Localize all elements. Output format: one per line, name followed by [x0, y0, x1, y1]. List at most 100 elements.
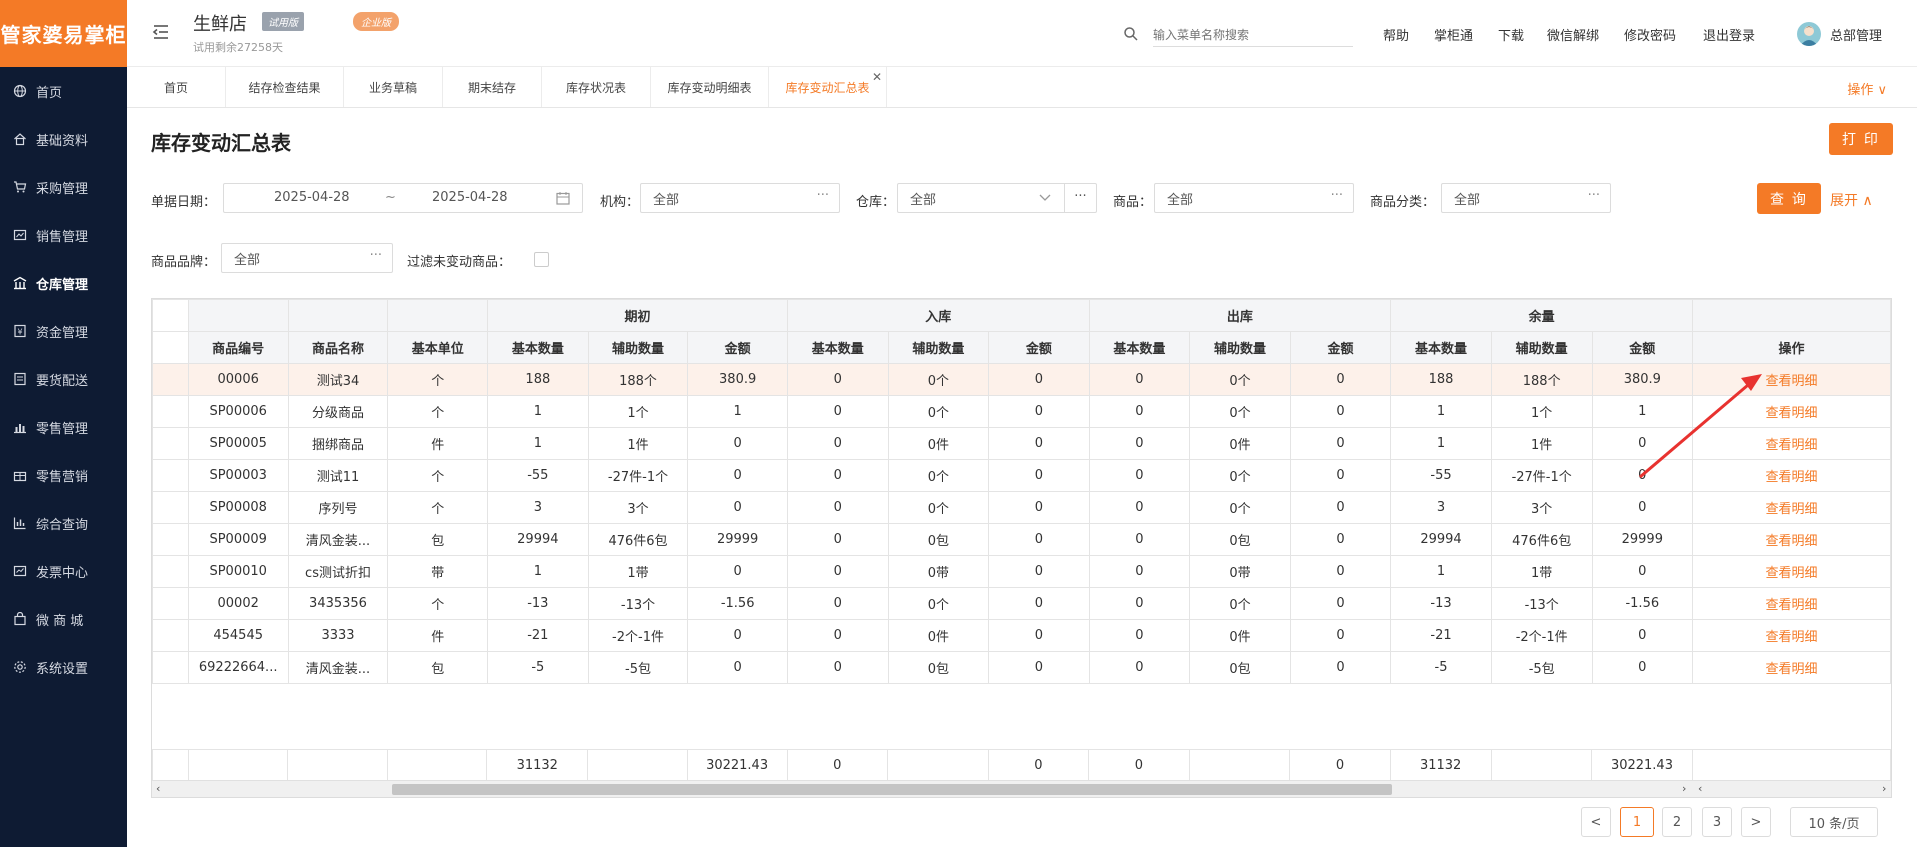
scroll-left-icon[interactable]: ‹: [156, 782, 160, 795]
help-link[interactable]: 帮助: [1383, 25, 1409, 44]
warehouse-more-button[interactable]: ···: [1064, 184, 1096, 212]
product-select[interactable]: 全部 ···: [1154, 183, 1354, 213]
sidebar-item-12[interactable]: 系统设置: [0, 643, 127, 691]
app-logo[interactable]: 管家婆易掌柜: [0, 0, 127, 67]
column-header[interactable]: 操作: [1692, 331, 1891, 364]
table-row[interactable]: 454545 3333 件 -21 -2个-1件 0 0 0件 0 0 0件 0 -21 -2个-1件 0 查…: [152, 619, 1891, 652]
next-page-button[interactable]: >: [1741, 807, 1771, 837]
tab-stock-status[interactable]: 库存状况表: [542, 67, 651, 107]
logout-link[interactable]: 退出登录: [1703, 25, 1755, 44]
view-detail-link[interactable]: 查看明细: [1692, 587, 1891, 620]
horizontal-scrollbar[interactable]: ‹ › ‹ ›: [152, 780, 1891, 797]
page-2-button[interactable]: 2: [1662, 807, 1692, 837]
sidebar-item-2[interactable]: 采购管理: [0, 163, 127, 211]
table-row[interactable]: SP00003 测试11 个 -55 -27件-1个 0 0 0个 0 0 0个 0 -55 -27件-1…: [152, 459, 1891, 492]
more-icon[interactable]: ···: [370, 248, 382, 263]
date-from[interactable]: 2025-04-28: [274, 190, 350, 205]
scroll-right-icon[interactable]: ›: [1682, 782, 1686, 795]
download-link[interactable]: 下载: [1498, 25, 1524, 44]
menu-search-input[interactable]: [1153, 23, 1353, 47]
scroll-right-icon[interactable]: ›: [1882, 782, 1886, 795]
tab-stock-change-detail[interactable]: 库存变动明细表: [651, 67, 769, 107]
view-detail-link[interactable]: 查看明细: [1692, 427, 1891, 460]
filter-unchanged-checkbox[interactable]: [534, 252, 549, 267]
more-icon[interactable]: ···: [817, 188, 829, 203]
column-header[interactable]: 辅助数量: [1490, 331, 1593, 364]
more-icon[interactable]: ···: [1331, 188, 1343, 203]
tab-check-results[interactable]: 结存检查结果: [226, 67, 344, 107]
org-select[interactable]: 全部 ···: [640, 183, 840, 213]
query-button[interactable]: 查 询: [1757, 183, 1821, 214]
column-header[interactable]: 基本数量: [1088, 331, 1191, 364]
warehouse-select[interactable]: 全部 ···: [897, 183, 1097, 213]
tabs-ops-menu[interactable]: 操作 ∨: [1847, 79, 1887, 98]
sidebar-item-10[interactable]: 发票中心: [0, 547, 127, 595]
table-row[interactable]: SP00008 序列号个 3 3个 0 0 0个 0 0 0个 0 3 3个 0 查看明细: [152, 491, 1891, 524]
page-3-button[interactable]: 3: [1702, 807, 1732, 837]
tab-home[interactable]: 首页: [127, 67, 226, 107]
page-1-button[interactable]: 1: [1620, 807, 1654, 837]
wechat-unbind-link[interactable]: 微信解绑: [1547, 25, 1599, 44]
sidebar-item-8[interactable]: 零售营销: [0, 451, 127, 499]
column-header[interactable]: 辅助数量: [887, 331, 990, 364]
view-detail-link[interactable]: 查看明细: [1692, 651, 1891, 684]
zhanggui-tong-link[interactable]: 掌柜通: [1434, 25, 1473, 44]
sidebar-item-4[interactable]: 仓库管理: [0, 259, 127, 307]
table-row[interactable]: 69222664... 清风金装... 包 -5 -5包 0 0 0包 0 0 0包 0 -5 -5包 0 查…: [152, 651, 1891, 684]
chevron-down-icon[interactable]: [1039, 194, 1051, 202]
column-header[interactable]: 金额: [1591, 331, 1694, 364]
scroll-left-icon[interactable]: ‹: [1698, 782, 1702, 795]
more-icon[interactable]: ···: [1588, 188, 1600, 203]
table-row[interactable]: SP00006 分级商品个 1 1个 1 0 0个 0 0 0个 0 1 1个 1 查看明细: [152, 395, 1891, 428]
calendar-icon[interactable]: [556, 191, 570, 205]
search-icon[interactable]: [1123, 26, 1139, 42]
tab-period-end[interactable]: 期末结存: [443, 67, 542, 107]
menu-toggle-icon[interactable]: [151, 22, 171, 42]
date-to[interactable]: 2025-04-28: [432, 190, 508, 205]
print-button[interactable]: 打 印: [1829, 123, 1893, 155]
column-header[interactable]: 金额: [988, 331, 1090, 364]
column-header[interactable]: 基本数量: [487, 331, 589, 364]
close-icon[interactable]: ✕: [872, 71, 882, 83]
column-header[interactable]: 辅助数量: [587, 331, 689, 364]
column-header[interactable]: 基本单位: [387, 331, 489, 364]
date-range-picker[interactable]: 2025-04-28 ~ 2025-04-28: [223, 183, 583, 213]
column-header[interactable]: 商品编号: [187, 331, 289, 364]
prev-page-button[interactable]: <: [1581, 807, 1611, 837]
table-row[interactable]: SP00005 捆绑商品件 1 1件 0 0 0件 0 0 0件 0 1 1件 0 查看明细: [152, 427, 1891, 460]
expand-toggle[interactable]: 展开 ∧: [1830, 190, 1873, 210]
user-avatar[interactable]: [1797, 22, 1821, 46]
category-select[interactable]: 全部 ···: [1441, 183, 1611, 213]
view-detail-link[interactable]: 查看明细: [1692, 555, 1891, 588]
sidebar-item-0[interactable]: 首页: [0, 67, 127, 115]
sidebar-item-11[interactable]: 微 商 城: [0, 595, 127, 643]
change-password-link[interactable]: 修改密码: [1624, 25, 1676, 44]
brand-select[interactable]: 全部 ···: [221, 243, 393, 273]
sidebar-item-9[interactable]: 综合查询: [0, 499, 127, 547]
column-header[interactable]: 金额: [1289, 331, 1392, 364]
table-row[interactable]: SP00010 cs测试折扣带 1 1带 0 0 0带 0 0 0带 0 1 1带 0 查看明细: [152, 555, 1891, 588]
view-detail-link[interactable]: 查看明细: [1692, 395, 1891, 428]
view-detail-link[interactable]: 查看明细: [1692, 459, 1891, 492]
sidebar-item-1[interactable]: 基础资料: [0, 115, 127, 163]
tab-stock-change-summary[interactable]: 库存变动汇总表 ✕: [769, 67, 887, 107]
column-header[interactable]: 基本数量: [1390, 331, 1492, 364]
sidebar-item-6[interactable]: 要货配送: [0, 355, 127, 403]
column-header[interactable]: 辅助数量: [1189, 331, 1291, 364]
table-row[interactable]: 00006 测试34 个 188 188个 380.9 0 0个 0 0 0个 0 188 188个 380…: [152, 363, 1891, 396]
sidebar-item-5[interactable]: ¥ 资金管理: [0, 307, 127, 355]
view-detail-link[interactable]: 查看明细: [1692, 523, 1891, 556]
table-row[interactable]: SP00009 清风金装... 包 29994 476件6包 29999 0 0包 0 0 0包 0 2…: [152, 523, 1891, 556]
view-detail-link[interactable]: 查看明细: [1692, 363, 1891, 396]
page-size-select[interactable]: 10 条/页: [1790, 807, 1878, 837]
view-detail-link[interactable]: 查看明细: [1692, 491, 1891, 524]
scrollbar-thumb[interactable]: [392, 784, 1392, 795]
user-name[interactable]: 总部管理: [1830, 25, 1882, 44]
sidebar-item-7[interactable]: 零售管理: [0, 403, 127, 451]
table-row[interactable]: 00002 3435356 个 -13 -13个 -1.56 0 0个 0 0 0个 0 -13 -13个…: [152, 587, 1891, 620]
column-header[interactable]: 商品名称: [287, 331, 389, 364]
sidebar-item-3[interactable]: 销售管理: [0, 211, 127, 259]
tab-drafts[interactable]: 业务草稿: [344, 67, 443, 107]
column-header[interactable]: 金额: [687, 331, 788, 364]
column-header[interactable]: 基本数量: [786, 331, 889, 364]
